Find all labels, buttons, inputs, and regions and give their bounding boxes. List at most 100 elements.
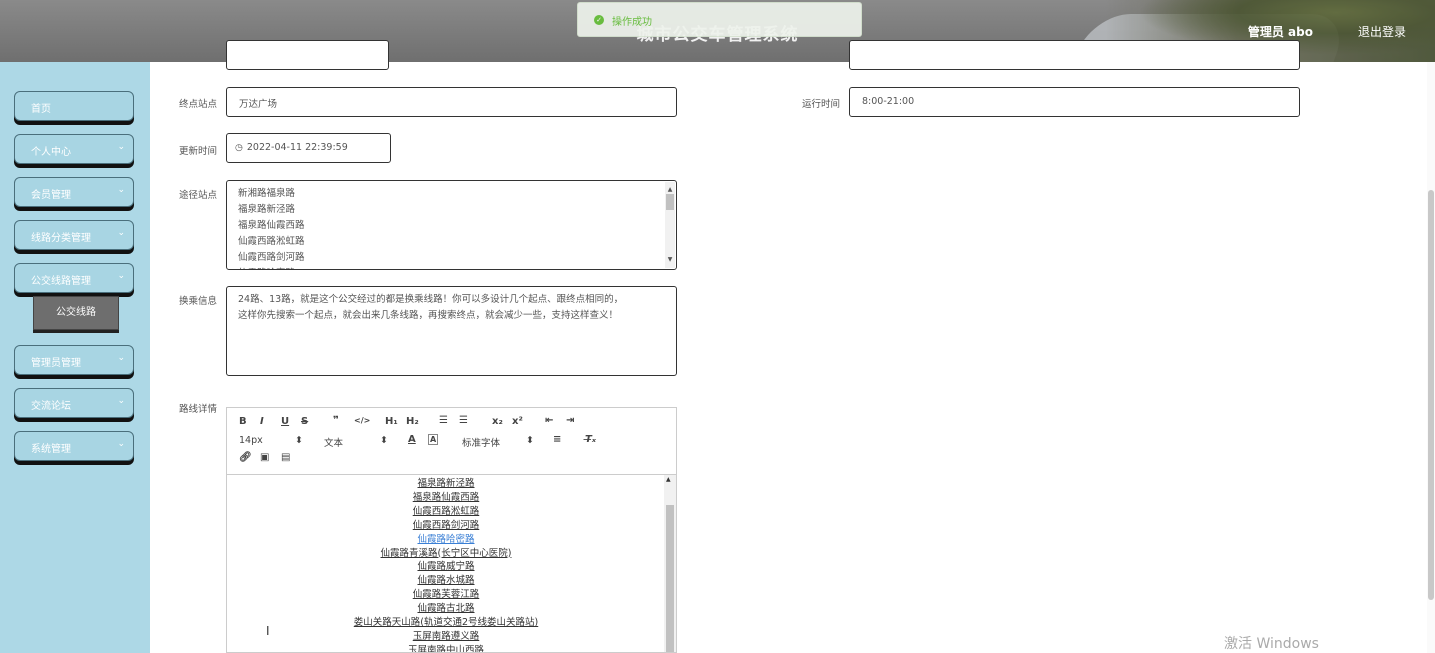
via-station-line: 仙霞路哈密路 [238,266,665,269]
chevron-down-icon: ⌄ [117,228,125,238]
sidebar-item-label: 公交线路管理 [31,276,91,287]
editor-scrollbar-thumb[interactable] [666,505,674,652]
update-time-field[interactable]: ◷ 2022-04-11 22:39:59 [226,133,391,163]
video-icon[interactable]: ▤ [281,452,290,463]
sidebar-item-label: 首页 [31,104,51,115]
chevron-down-icon: ⌄ [117,185,125,195]
current-user: 管理员 abo [1247,25,1313,39]
image-icon[interactable]: ▣ [260,452,269,463]
ordered-list-icon[interactable]: ☰ [439,415,448,426]
success-toast: ✓ 操作成功 [577,2,862,37]
scrollbar-thumb[interactable] [666,194,674,210]
transfer-info-textarea[interactable]: 24路、13路，就是这个公交经过的都是换乘线路！你可以多设计几个起点、跟终点相同… [226,286,677,376]
chevron-down-icon: ⌄ [117,271,125,281]
success-icon: ✓ [594,15,604,25]
editor-scrollbar[interactable]: ▲ [664,475,676,652]
font-size-chevron-icon[interactable]: ⬍ [295,435,303,446]
text-type-chevron-icon[interactable]: ⬍ [380,435,388,446]
blockquote-icon[interactable]: ❞ [333,415,339,426]
route-detail-line[interactable]: 仙霞路哈密路 [227,531,665,545]
code-block-icon[interactable]: </> [354,416,370,425]
run-time-label: 运行时间 [801,99,840,110]
editor-scroll-up-icon[interactable]: ▲ [666,476,671,483]
font-family-select[interactable]: 标准字体 [462,435,500,449]
sidebar-item[interactable]: 公交线路管理 ⌄ [14,263,134,293]
text-type-select[interactable]: 文本 [324,435,343,449]
background-color-icon[interactable]: A [428,434,439,445]
via-station-line: 新湘路福泉路 [238,188,296,199]
via-station-line: 福泉路新泾路 [238,204,296,215]
sidebar-item[interactable]: 系统管理 ⌄ [14,431,134,461]
toast-message: 操作成功 [612,17,652,28]
route-detail-line: 仙霞西路剑河路 [412,519,480,531]
indent-icon[interactable]: ⇥ [566,415,574,426]
chevron-down-icon: ⌄ [117,353,125,363]
bold-icon[interactable]: B [239,416,247,427]
rich-text-editor[interactable]: B I U S ❞ </> H₁ H₂ ☰ ☰ x₂ x² ⇤ ⇥ 14px ⬍… [226,407,677,653]
sidebar-item-label: 个人中心 [31,147,71,158]
italic-icon[interactable]: I [260,416,264,427]
route-detail-line: 玉屏南路遵义路 [412,630,480,642]
font-color-icon[interactable]: A [408,434,416,445]
font-family-chevron-icon[interactable]: ⬍ [526,435,534,446]
text-cursor-icon: I [266,624,270,638]
sidebar-item-label: 管理员管理 [31,358,81,369]
sidebar-subitem-bus-line[interactable]: 公交线路 [33,296,119,330]
underline-icon[interactable]: U [281,416,289,427]
route-detail-line: 仙霞路水城路 [417,575,475,587]
sidebar-item-label: 会员管理 [31,190,71,201]
page-scrollbar[interactable] [1427,62,1435,653]
route-detail-line: 娄山关路天山路(轨道交通2号线娄山关路站) [353,617,539,628]
clear-format-icon[interactable]: T̶ₓ [585,434,596,445]
link-icon[interactable]: 🔗︎ [239,452,252,463]
route-detail-line: 仙霞路芙蓉江路 [412,589,480,601]
strike-icon[interactable]: S [301,416,308,427]
route-detail-label: 路线详情 [178,404,217,415]
route-detail-line: 仙霞路青溪路(长宁区中心医院) [380,547,512,559]
scroll-down-icon[interactable]: ▼ [665,252,675,268]
via-station-line: 仙霞西路淞虹路 [238,236,305,247]
sidebar-item-label: 交流论坛 [31,401,71,412]
sidebar-item[interactable]: 管理员管理 ⌄ [14,345,134,375]
sidebar-item[interactable]: 会员管理 ⌄ [14,177,134,207]
route-detail-line: 玉屏南路中山西路 [407,644,484,652]
clock-icon: ◷ [235,143,243,153]
logout-link[interactable]: 退出登录 [1358,23,1406,40]
chevron-down-icon: ⌄ [117,439,125,449]
superscript-icon[interactable]: x² [512,416,523,427]
windows-activation-watermark: 激活 Windows [1224,636,1319,652]
sidebar-item[interactable]: 个人中心 ⌄ [14,134,134,164]
partial-input-left[interactable] [226,40,389,70]
route-detail-line: 仙霞路古北路 [417,603,475,615]
sidebar-item-label: 系统管理 [31,444,71,455]
partial-input-right[interactable] [849,40,1300,70]
route-detail-line: 仙霞西路淞虹路 [412,505,480,517]
via-station-line: 福泉路仙霞西路 [238,220,305,231]
bullet-list-icon[interactable]: ☰ [459,415,468,426]
route-detail-line: 福泉路新泾路 [417,478,475,489]
header-1-icon[interactable]: H₁ [385,416,398,427]
page-scrollbar-thumb[interactable] [1428,190,1434,600]
via-stations-label: 途径站点 [178,190,217,201]
update-time-label: 更新时间 [178,146,217,157]
sidebar-item[interactable]: 线路分类管理 ⌄ [14,220,134,250]
via-station-line: 仙霞西路剑河路 [238,252,305,263]
end-station-field[interactable]: 万达广场 [226,87,677,117]
via-stations-scrollbar[interactable]: ▲ ▼ [665,182,675,268]
subscript-icon[interactable]: x₂ [492,416,503,427]
chevron-down-icon: ⌄ [117,396,125,406]
header-2-icon[interactable]: H₂ [406,416,419,427]
sidebar-item-label: 线路分类管理 [31,233,91,244]
route-detail-line: 仙霞路威宁路 [417,561,475,573]
font-size-select[interactable]: 14px [239,435,263,446]
sidebar-item[interactable]: 首页 [14,91,134,121]
route-detail-line: 福泉路仙霞西路 [412,491,480,503]
transfer-info-line: 24路、13路，就是这个公交经过的都是换乘线路！你可以多设计几个起点、跟终点相同… [238,294,624,305]
run-time-field[interactable]: 8:00-21:00 [849,87,1300,117]
editor-content[interactable]: 福泉路新泾路 福泉路仙霞西路 仙霞西路淞虹路 仙霞西路剑河路 仙霞路哈密路 仙霞路青溪路(… [227,475,676,652]
outdent-icon[interactable]: ⇤ [545,415,553,426]
sidebar-item[interactable]: 交流论坛 ⌄ [14,388,134,418]
align-icon[interactable]: ≡ [553,434,561,445]
editor-toolbar: B I U S ❞ </> H₁ H₂ ☰ ☰ x₂ x² ⇤ ⇥ 14px ⬍… [227,408,676,475]
via-stations-textarea[interactable]: 新湘路福泉路福泉路新泾路福泉路仙霞西路仙霞西路淞虹路仙霞西路剑河路仙霞路哈密路 … [226,180,677,270]
